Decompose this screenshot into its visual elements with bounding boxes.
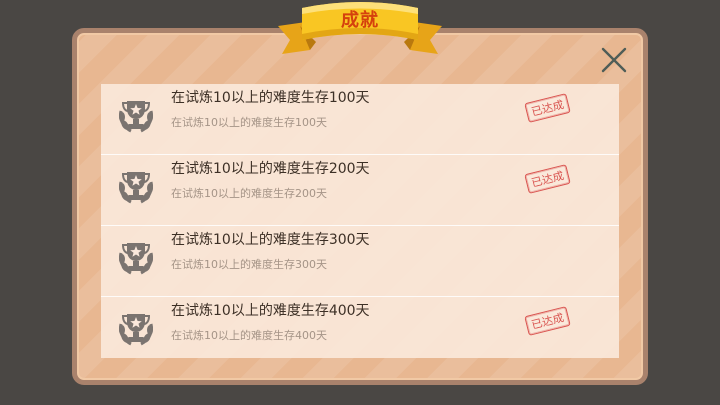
achievement-list[interactable]: 在试炼10以上的难度生存100天 在试炼10以上的难度生存100天 已达成 在试… [101,84,619,358]
trophy-icon [113,164,159,210]
achievement-description: 在试炼10以上的难度生存100天 [171,116,327,129]
close-icon [601,47,627,73]
trophy-icon [113,93,159,139]
achievement-title: 在试炼10以上的难度生存300天 [171,232,370,248]
achievements-dialog: 在试炼10以上的难度生存100天 在试炼10以上的难度生存100天 已达成 在试… [72,28,648,385]
achievement-title: 在试炼10以上的难度生存100天 [171,90,370,106]
dialog-title: 成就 [341,10,379,31]
title-ribbon: 成就 [276,0,444,62]
achievement-description: 在试炼10以上的难度生存400天 [171,329,327,342]
achievement-description: 在试炼10以上的难度生存200天 [171,187,327,200]
completed-stamp: 已达成 [524,164,571,194]
close-button[interactable] [599,45,629,75]
achievement-title: 在试炼10以上的难度生存400天 [171,303,370,319]
trophy-icon [113,306,159,352]
achievement-description: 在试炼10以上的难度生存300天 [171,258,327,271]
achievement-item: 在试炼10以上的难度生存300天 在试炼10以上的难度生存300天 [101,226,619,297]
achievement-title: 在试炼10以上的难度生存200天 [171,161,370,177]
completed-stamp: 已达成 [524,306,571,336]
achievement-item: 在试炼10以上的难度生存400天 在试炼10以上的难度生存400天 已达成 [101,297,619,358]
achievement-item: 在试炼10以上的难度生存100天 在试炼10以上的难度生存100天 已达成 [101,84,619,155]
trophy-icon [113,235,159,281]
achievement-item: 在试炼10以上的难度生存200天 在试炼10以上的难度生存200天 已达成 [101,155,619,226]
screen: 在试炼10以上的难度生存100天 在试炼10以上的难度生存100天 已达成 在试… [0,0,720,405]
completed-stamp: 已达成 [524,93,571,123]
